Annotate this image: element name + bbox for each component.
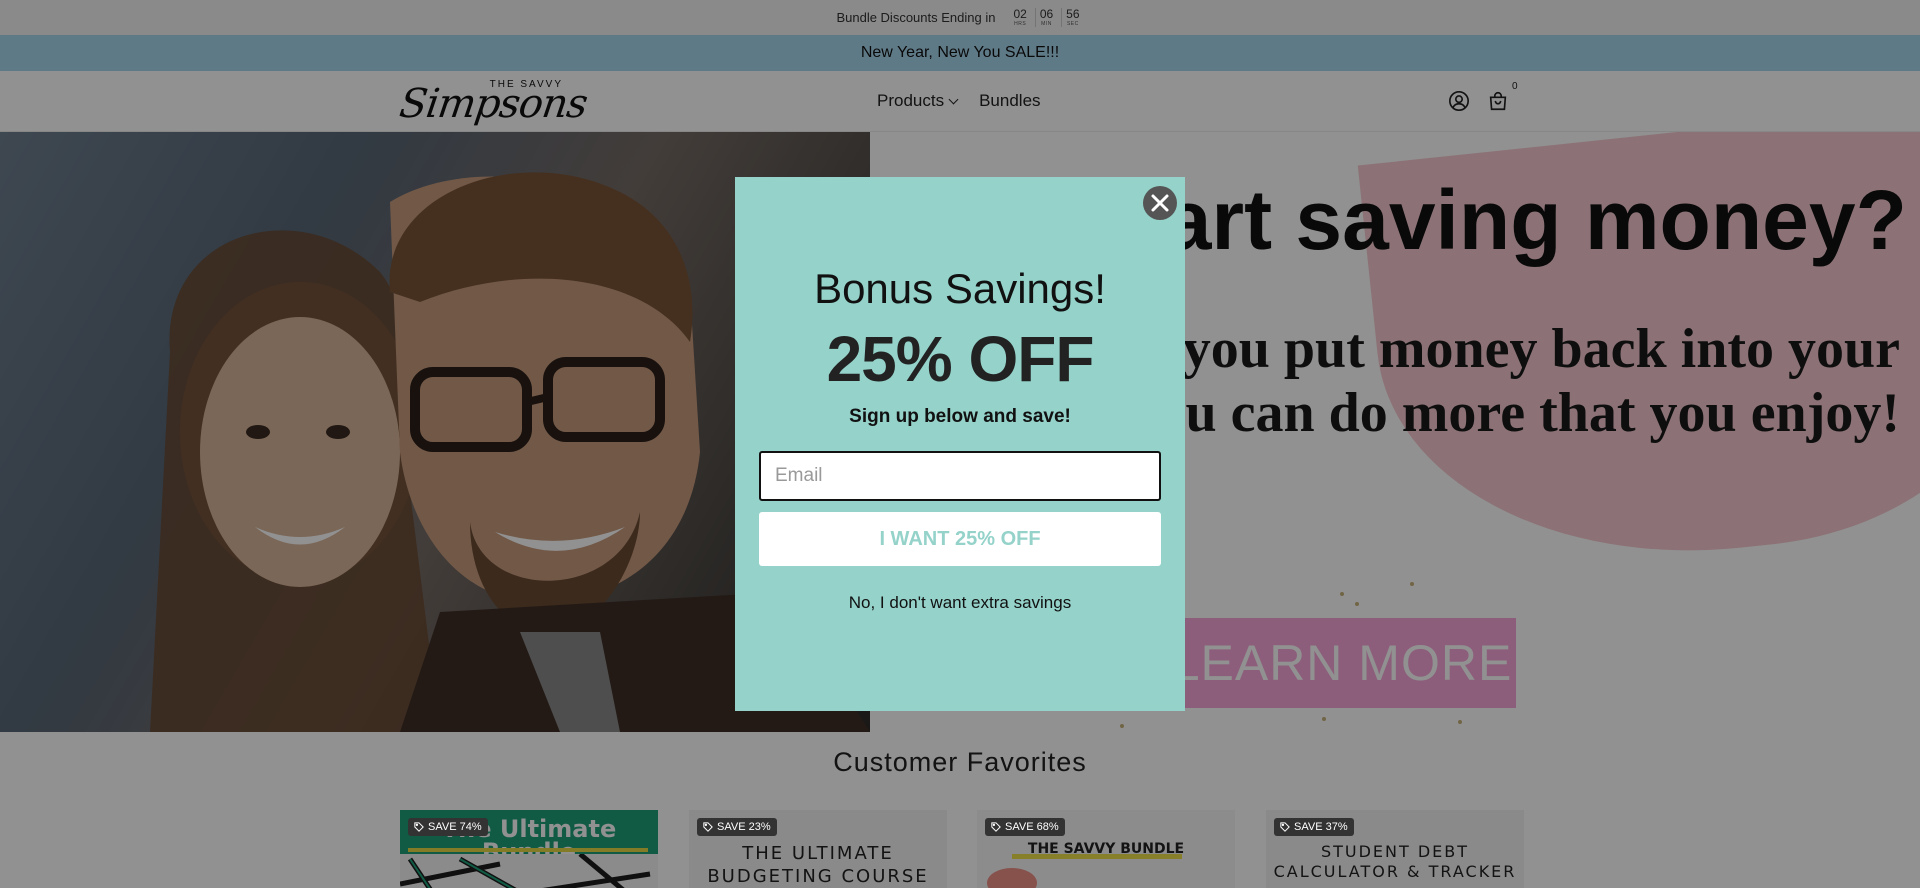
tag-icon — [991, 822, 1001, 832]
close-icon — [1151, 194, 1169, 212]
sale-badge-text: SAVE 68% — [1005, 821, 1059, 833]
sale-badge-text: SAVE 74% — [428, 821, 482, 833]
tag-icon — [703, 822, 713, 832]
page: Bundle Discounts Ending in 02 HRS 06 MIN… — [0, 0, 1920, 888]
submit-discount-button[interactable]: I WANT 25% OFF — [759, 512, 1161, 566]
sale-badge: SAVE 68% — [985, 818, 1065, 836]
modal-heading: Bonus Savings! — [814, 265, 1106, 312]
sale-badge: SAVE 74% — [408, 818, 488, 836]
signup-modal: Bonus Savings! 25% OFF Sign up below and… — [735, 177, 1185, 711]
decline-link[interactable]: No, I don't want extra savings — [735, 593, 1185, 613]
email-field[interactable] — [759, 451, 1161, 501]
sale-badge: SAVE 37% — [1274, 818, 1354, 836]
sale-badge: SAVE 23% — [697, 818, 777, 836]
sale-badge-text: SAVE 23% — [717, 821, 771, 833]
close-button[interactable] — [1143, 186, 1177, 220]
sale-badge-text: SAVE 37% — [1294, 821, 1348, 833]
tag-icon — [414, 822, 424, 832]
modal-offer: 25% OFF — [826, 323, 1095, 395]
tag-icon — [1280, 822, 1290, 832]
modal-subheading: Sign up below and save! — [849, 406, 1071, 427]
